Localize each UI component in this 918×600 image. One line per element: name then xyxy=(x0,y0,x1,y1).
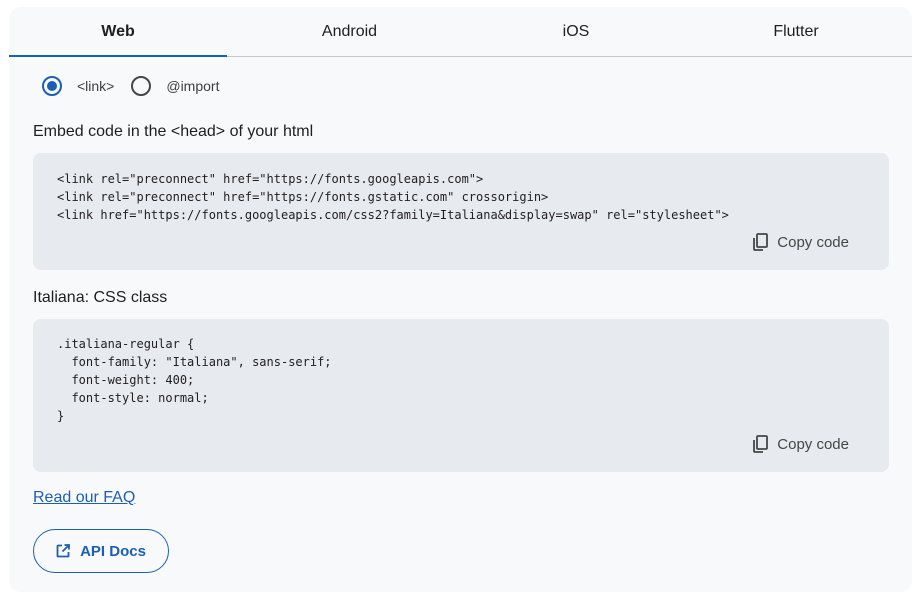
api-docs-button[interactable]: API Docs xyxy=(33,529,169,573)
copy-icon xyxy=(753,233,769,251)
copy-css-code-button[interactable]: Copy code xyxy=(752,435,849,453)
embed-code-box: <link rel="preconnect" href="https://fon… xyxy=(33,153,889,270)
read-faq-link[interactable]: Read our FAQ xyxy=(33,489,135,507)
copy-embed-code-label: Copy code xyxy=(777,233,849,251)
copy-icon xyxy=(753,435,769,453)
tab-web[interactable]: Web xyxy=(9,7,227,57)
radio-link[interactable] xyxy=(42,76,62,96)
font-embed-panel: Web Android iOS Flutter <link> @import E… xyxy=(9,7,912,592)
external-link-icon xyxy=(56,544,70,558)
copy-embed-code-button[interactable]: Copy code xyxy=(752,233,849,251)
radio-link-label[interactable]: <link> xyxy=(77,78,114,94)
tab-ios[interactable]: iOS xyxy=(472,7,680,56)
radio-dot xyxy=(47,81,57,91)
embed-heading: Embed code in the <head> of your html xyxy=(33,123,314,140)
css-code-snippet[interactable]: .italiana-regular { font-family: "Italia… xyxy=(57,335,332,425)
copy-css-code-label: Copy code xyxy=(777,435,849,453)
tab-flutter[interactable]: Flutter xyxy=(680,7,912,56)
platform-tabs: Web Android iOS Flutter xyxy=(9,7,912,57)
css-code-box: .italiana-regular { font-family: "Italia… xyxy=(33,319,889,472)
css-class-heading: Italiana: CSS class xyxy=(33,289,168,306)
radio-import-label[interactable]: @import xyxy=(166,78,219,94)
embed-code-snippet[interactable]: <link rel="preconnect" href="https://fon… xyxy=(57,170,729,224)
embed-type-radio-group: <link> @import xyxy=(42,75,236,97)
api-docs-label: API Docs xyxy=(80,542,146,560)
radio-import[interactable] xyxy=(131,76,152,96)
tab-android[interactable]: Android xyxy=(227,7,472,56)
